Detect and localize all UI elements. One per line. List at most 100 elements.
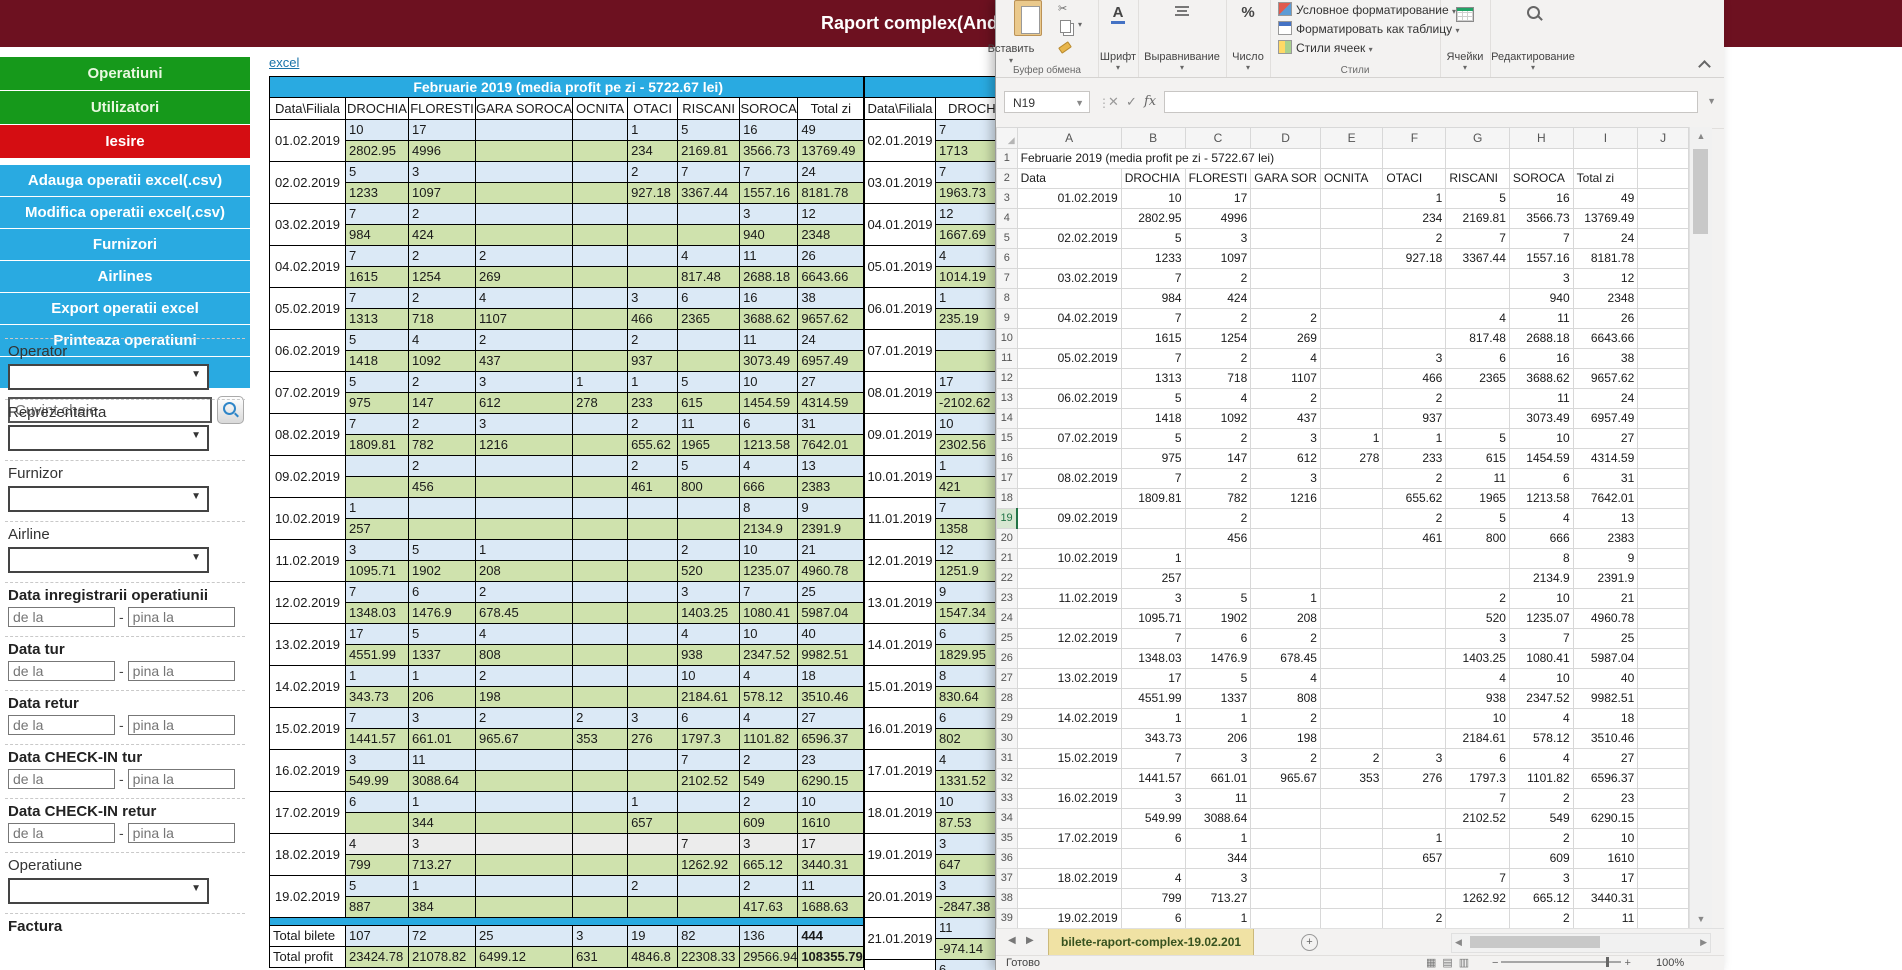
cell-D32[interactable]: 965.67	[1251, 769, 1321, 789]
cell-A10[interactable]	[1017, 329, 1121, 349]
cell-G13[interactable]	[1446, 389, 1510, 409]
cell-C30[interactable]: 206	[1185, 729, 1251, 749]
cell-H19[interactable]: 4	[1509, 509, 1573, 529]
cells-icon[interactable]	[1456, 7, 1474, 22]
row-header-13[interactable]: 13	[997, 389, 1018, 409]
cell-E4[interactable]	[1320, 209, 1382, 229]
cell-B35[interactable]: 6	[1121, 829, 1185, 849]
cell-G28[interactable]: 938	[1446, 689, 1510, 709]
cell-D12[interactable]: 1107	[1251, 369, 1321, 389]
cell-D10[interactable]: 269	[1251, 329, 1321, 349]
cell-H35[interactable]: 2	[1509, 829, 1573, 849]
cell-D24[interactable]: 208	[1251, 609, 1321, 629]
cell-A32[interactable]	[1017, 769, 1121, 789]
cell-C33[interactable]: 11	[1185, 789, 1251, 809]
cell-H24[interactable]: 1235.07	[1509, 609, 1573, 629]
cell-J10[interactable]	[1638, 329, 1689, 349]
paste-icon[interactable]	[1014, 0, 1042, 36]
cell-J1[interactable]	[1638, 149, 1689, 169]
row-header-9[interactable]: 9	[997, 309, 1018, 329]
cell-D22[interactable]	[1251, 569, 1321, 589]
format-painter-icon[interactable]	[1058, 41, 1072, 54]
cell-A16[interactable]	[1017, 449, 1121, 469]
cell-E24[interactable]	[1320, 609, 1382, 629]
cell-B34[interactable]: 549.99	[1121, 809, 1185, 829]
cell-I2[interactable]: Total zi	[1573, 169, 1638, 189]
filter-select-operator[interactable]: ▼	[8, 364, 209, 390]
cell-E16[interactable]: 278	[1320, 449, 1382, 469]
date-to-input[interactable]	[128, 769, 235, 789]
cell-F6[interactable]: 927.18	[1383, 249, 1446, 269]
row-header-31[interactable]: 31	[997, 749, 1018, 769]
cell-D31[interactable]: 2	[1251, 749, 1321, 769]
cell-F8[interactable]	[1383, 289, 1446, 309]
cell-E27[interactable]	[1320, 669, 1382, 689]
cell-G8[interactable]	[1446, 289, 1510, 309]
date-to-input[interactable]	[128, 661, 235, 681]
row-header-29[interactable]: 29	[997, 709, 1018, 729]
cell-F12[interactable]: 466	[1383, 369, 1446, 389]
cell-B24[interactable]: 1095.71	[1121, 609, 1185, 629]
row-header-32[interactable]: 32	[997, 769, 1018, 789]
cell-C13[interactable]: 4	[1185, 389, 1251, 409]
cell-C22[interactable]	[1185, 569, 1251, 589]
cell-C20[interactable]: 456	[1185, 529, 1251, 549]
cell-C9[interactable]: 2	[1185, 309, 1251, 329]
cell-J8[interactable]	[1638, 289, 1689, 309]
cell-A31[interactable]: 15.02.2019	[1017, 749, 1121, 769]
cell-A5[interactable]: 02.02.2019	[1017, 229, 1121, 249]
cell-D14[interactable]: 437	[1251, 409, 1321, 429]
cell-G7[interactable]	[1446, 269, 1510, 289]
cell-H32[interactable]: 1101.82	[1509, 769, 1573, 789]
cell-G22[interactable]	[1446, 569, 1510, 589]
cell-B15[interactable]: 5	[1121, 429, 1185, 449]
cell-E9[interactable]	[1320, 309, 1382, 329]
cell-E20[interactable]	[1320, 529, 1382, 549]
cell-A7[interactable]: 03.02.2019	[1017, 269, 1121, 289]
cell-H15[interactable]: 10	[1509, 429, 1573, 449]
cell-B13[interactable]: 5	[1121, 389, 1185, 409]
row-header-3[interactable]: 3	[997, 189, 1018, 209]
cell-D35[interactable]	[1251, 829, 1321, 849]
cell-I28[interactable]: 9982.51	[1573, 689, 1638, 709]
cell-C35[interactable]: 1	[1185, 829, 1251, 849]
cell-J26[interactable]	[1638, 649, 1689, 669]
cell-G33[interactable]: 7	[1446, 789, 1510, 809]
row-header-22[interactable]: 22	[997, 569, 1018, 589]
number-button[interactable]: Число	[1226, 51, 1270, 63]
cell-A25[interactable]: 12.02.2019	[1017, 629, 1121, 649]
cell-G18[interactable]: 1965	[1446, 489, 1510, 509]
cell-C6[interactable]: 1097	[1185, 249, 1251, 269]
cell-D17[interactable]: 3	[1251, 469, 1321, 489]
action-button-export-operatii-excel[interactable]: Export operatii excel	[0, 293, 250, 324]
cell-G11[interactable]: 6	[1446, 349, 1510, 369]
cell-D11[interactable]: 4	[1251, 349, 1321, 369]
cell-F5[interactable]: 2	[1383, 229, 1446, 249]
cell-J32[interactable]	[1638, 769, 1689, 789]
cell-G31[interactable]: 6	[1446, 749, 1510, 769]
font-button[interactable]: Шрифт	[1098, 51, 1138, 63]
cell-G37[interactable]: 7	[1446, 869, 1510, 889]
cell-I34[interactable]: 6290.15	[1573, 809, 1638, 829]
cell-D39[interactable]	[1251, 909, 1321, 929]
cell-G23[interactable]: 2	[1446, 589, 1510, 609]
cell-C24[interactable]: 1902	[1185, 609, 1251, 629]
cell-D18[interactable]: 1216	[1251, 489, 1321, 509]
cell-G27[interactable]: 4	[1446, 669, 1510, 689]
cell-B18[interactable]: 1809.81	[1121, 489, 1185, 509]
cell-J36[interactable]	[1638, 849, 1689, 869]
cell-I23[interactable]: 21	[1573, 589, 1638, 609]
excel-export-link[interactable]: excel	[269, 55, 299, 70]
cell-F2[interactable]: OTACI	[1383, 169, 1446, 189]
cell-B33[interactable]: 3	[1121, 789, 1185, 809]
cell-J6[interactable]	[1638, 249, 1689, 269]
scroll-down-icon[interactable]: ▼	[1690, 910, 1712, 928]
action-button-airlines[interactable]: Airlines	[0, 261, 250, 292]
cell-C37[interactable]: 3	[1185, 869, 1251, 889]
cell-G12[interactable]: 2365	[1446, 369, 1510, 389]
cell-H39[interactable]: 2	[1509, 909, 1573, 929]
cell-F18[interactable]: 655.62	[1383, 489, 1446, 509]
cell-C8[interactable]: 424	[1185, 289, 1251, 309]
cell-E13[interactable]	[1320, 389, 1382, 409]
row-header-16[interactable]: 16	[997, 449, 1018, 469]
